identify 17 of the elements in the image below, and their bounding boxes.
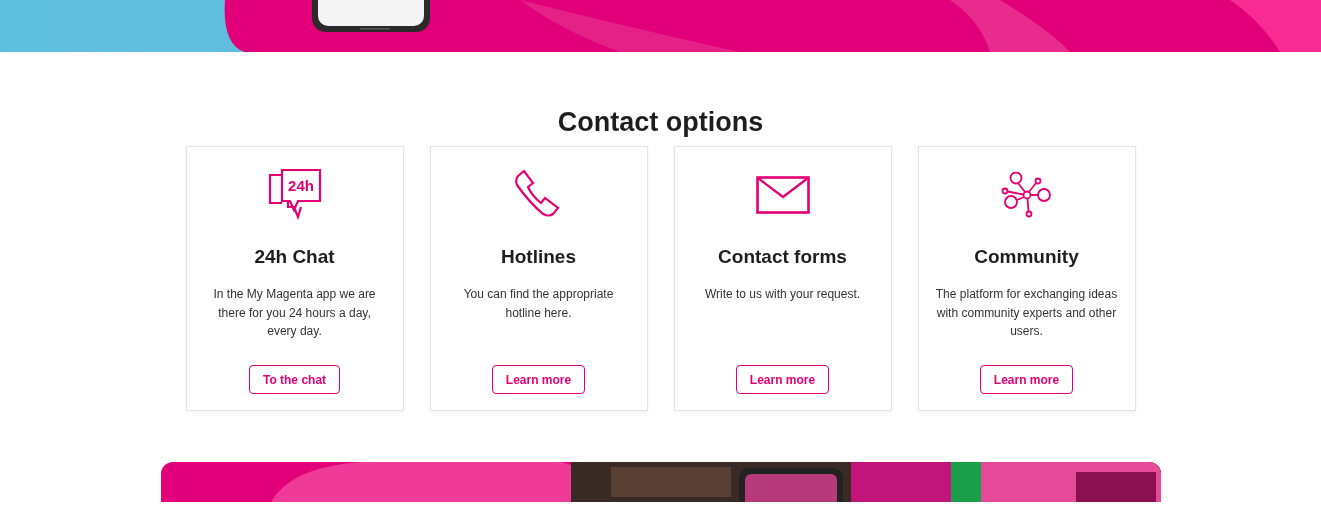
card-description: You can find the appropriate hotline here.	[462, 286, 615, 322]
card-button[interactable]: To the chat	[248, 365, 341, 394]
card-button[interactable]: Learn more	[979, 365, 1074, 394]
card-description: In the My Magenta app we are there for you 24 hours a day, every day.	[212, 286, 377, 340]
card-button[interactable]: Learn more	[735, 365, 830, 394]
card-description: Write to us with your request.	[703, 286, 862, 303]
network-icon	[1000, 172, 1053, 218]
envelope-icon	[755, 176, 810, 214]
chat-bubbles-icon	[268, 169, 321, 221]
icon-label: 24h	[287, 176, 314, 194]
card-description: The platform for exchanging ideas with community experts and other users.	[934, 286, 1119, 340]
card-title: Contact forms	[718, 245, 847, 269]
card-title: 24h Chat	[254, 245, 335, 269]
section-heading: Contact options	[557, 106, 764, 139]
card-title: Community	[974, 245, 1079, 269]
card-title: Hotlines	[501, 245, 576, 269]
card-button[interactable]: Learn more	[491, 365, 586, 394]
